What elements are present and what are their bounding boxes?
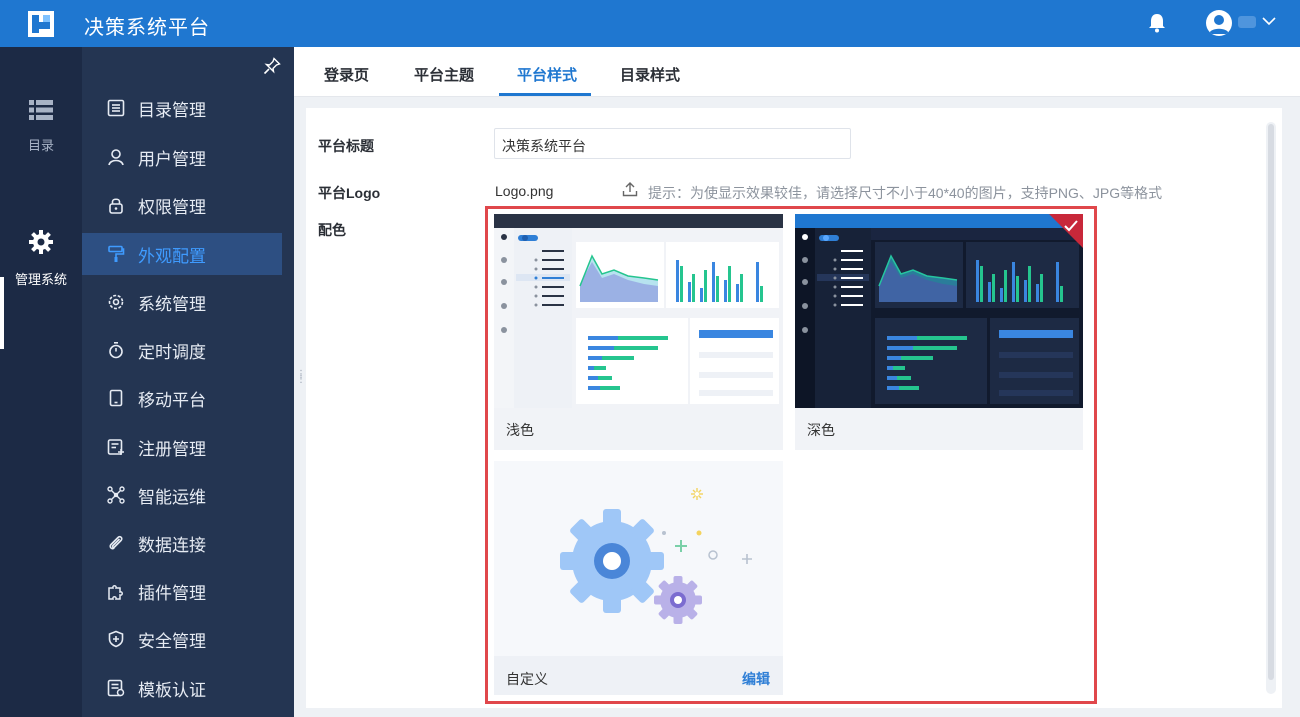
user-avatar[interactable] (1206, 10, 1232, 36)
menu-item-data-connection[interactable]: 数据连接 (82, 522, 282, 564)
paperclip-icon (106, 533, 126, 553)
scrollbar-thumb[interactable] (1268, 124, 1274, 680)
app-title: 决策系统平台 (84, 17, 210, 39)
user-avatar-icon (1209, 15, 1229, 34)
menu-item-label: 数据连接 (138, 535, 206, 555)
menu-item-permission-management[interactable]: 权限管理 (82, 184, 282, 226)
management-menu: 目录管理 用户管理 权限管理 外观配置 系统管理 定时调度 移动平台 注册管理 … (82, 47, 294, 717)
template-cert-icon (106, 678, 126, 698)
menu-item-label: 系统管理 (138, 294, 206, 314)
register-icon (106, 437, 126, 457)
user-icon (106, 147, 126, 167)
tab-platform-style[interactable]: 平台样式 (517, 64, 577, 85)
menu-item-system-management[interactable]: 系统管理 (82, 281, 282, 323)
username-blurred[interactable] (1238, 16, 1256, 28)
tablet-icon (106, 388, 126, 408)
platform-logo-label: 平台Logo (318, 185, 381, 201)
menu-item-label: 插件管理 (138, 583, 206, 603)
menu-item-appearance-config[interactable]: 外观配置 (82, 233, 282, 275)
menu-item-mobile-platform[interactable]: 移动平台 (82, 377, 282, 419)
menu-item-label: 用户管理 (138, 149, 206, 169)
list-icon (29, 100, 53, 120)
network-icon (106, 485, 126, 505)
settings-icon (106, 292, 126, 312)
left-rail: 目录 管理系统 (0, 47, 82, 717)
chevron-down-icon[interactable] (1262, 16, 1276, 26)
tab-catalog-style[interactable]: 目录样式 (620, 64, 680, 85)
catalog-icon (106, 98, 126, 118)
menu-item-catalog-management[interactable]: 目录管理 (82, 87, 282, 129)
menu-item-label: 注册管理 (138, 439, 206, 459)
menu-item-plugin-management[interactable]: 插件管理 (82, 570, 282, 612)
rail-item-management[interactable]: 管理系统 (0, 229, 82, 288)
puzzle-icon (106, 581, 126, 601)
menu-item-label: 智能运维 (138, 487, 206, 507)
stopwatch-icon (106, 340, 126, 360)
rail-item-label: 目录 (27, 138, 54, 153)
logo-filename: Logo.png (495, 183, 554, 199)
active-tab-indicator (499, 93, 591, 96)
shield-icon (106, 629, 126, 649)
pin-sidebar-icon[interactable] (263, 57, 281, 75)
menu-item-scheduled-tasks[interactable]: 定时调度 (82, 329, 282, 371)
panel-resize-handle[interactable]: ⋮ ⋮ (296, 370, 306, 392)
rail-item-catalog[interactable]: 目录 (0, 99, 82, 154)
menu-item-security-management[interactable]: 安全管理 (82, 618, 282, 660)
tab-bar: 登录页 平台主题 平台样式 目录样式 (294, 47, 1300, 97)
gear-icon (29, 230, 53, 254)
menu-item-user-management[interactable]: 用户管理 (82, 136, 282, 178)
menu-item-label: 安全管理 (138, 631, 206, 651)
top-bar: 决策系统平台 (0, 0, 1300, 47)
platform-title-input[interactable]: 决策系统平台 (494, 128, 851, 159)
tab-login-page[interactable]: 登录页 (324, 64, 369, 85)
menu-item-template-certification[interactable]: 模板认证 (82, 667, 282, 709)
menu-item-label: 外观配置 (138, 246, 206, 266)
logo-hint-text: 提示：为使显示效果较佳，请选择尺寸不小于40*40的图片，支持PNG、JPG等格… (648, 185, 1163, 201)
menu-item-registration-management[interactable]: 注册管理 (82, 426, 282, 468)
color-scheme-highlight-box (485, 206, 1097, 704)
upload-icon[interactable] (622, 181, 638, 197)
menu-item-smart-ops[interactable]: 智能运维 (82, 474, 282, 516)
notification-bell-icon[interactable] (1148, 13, 1166, 33)
menu-item-label: 移动平台 (138, 390, 206, 410)
menu-item-label: 权限管理 (138, 197, 206, 217)
color-scheme-label: 配色 (318, 222, 346, 238)
tab-platform-theme[interactable]: 平台主题 (414, 64, 474, 85)
lock-icon (106, 195, 126, 215)
rail-item-label: 管理系统 (14, 272, 67, 287)
platform-title-label: 平台标题 (318, 138, 374, 154)
paint-roller-icon (106, 244, 126, 264)
menu-item-label: 定时调度 (138, 342, 206, 362)
menu-item-label: 模板认证 (138, 680, 206, 700)
menu-item-label: 目录管理 (138, 100, 206, 120)
app-logo-icon (28, 11, 54, 37)
